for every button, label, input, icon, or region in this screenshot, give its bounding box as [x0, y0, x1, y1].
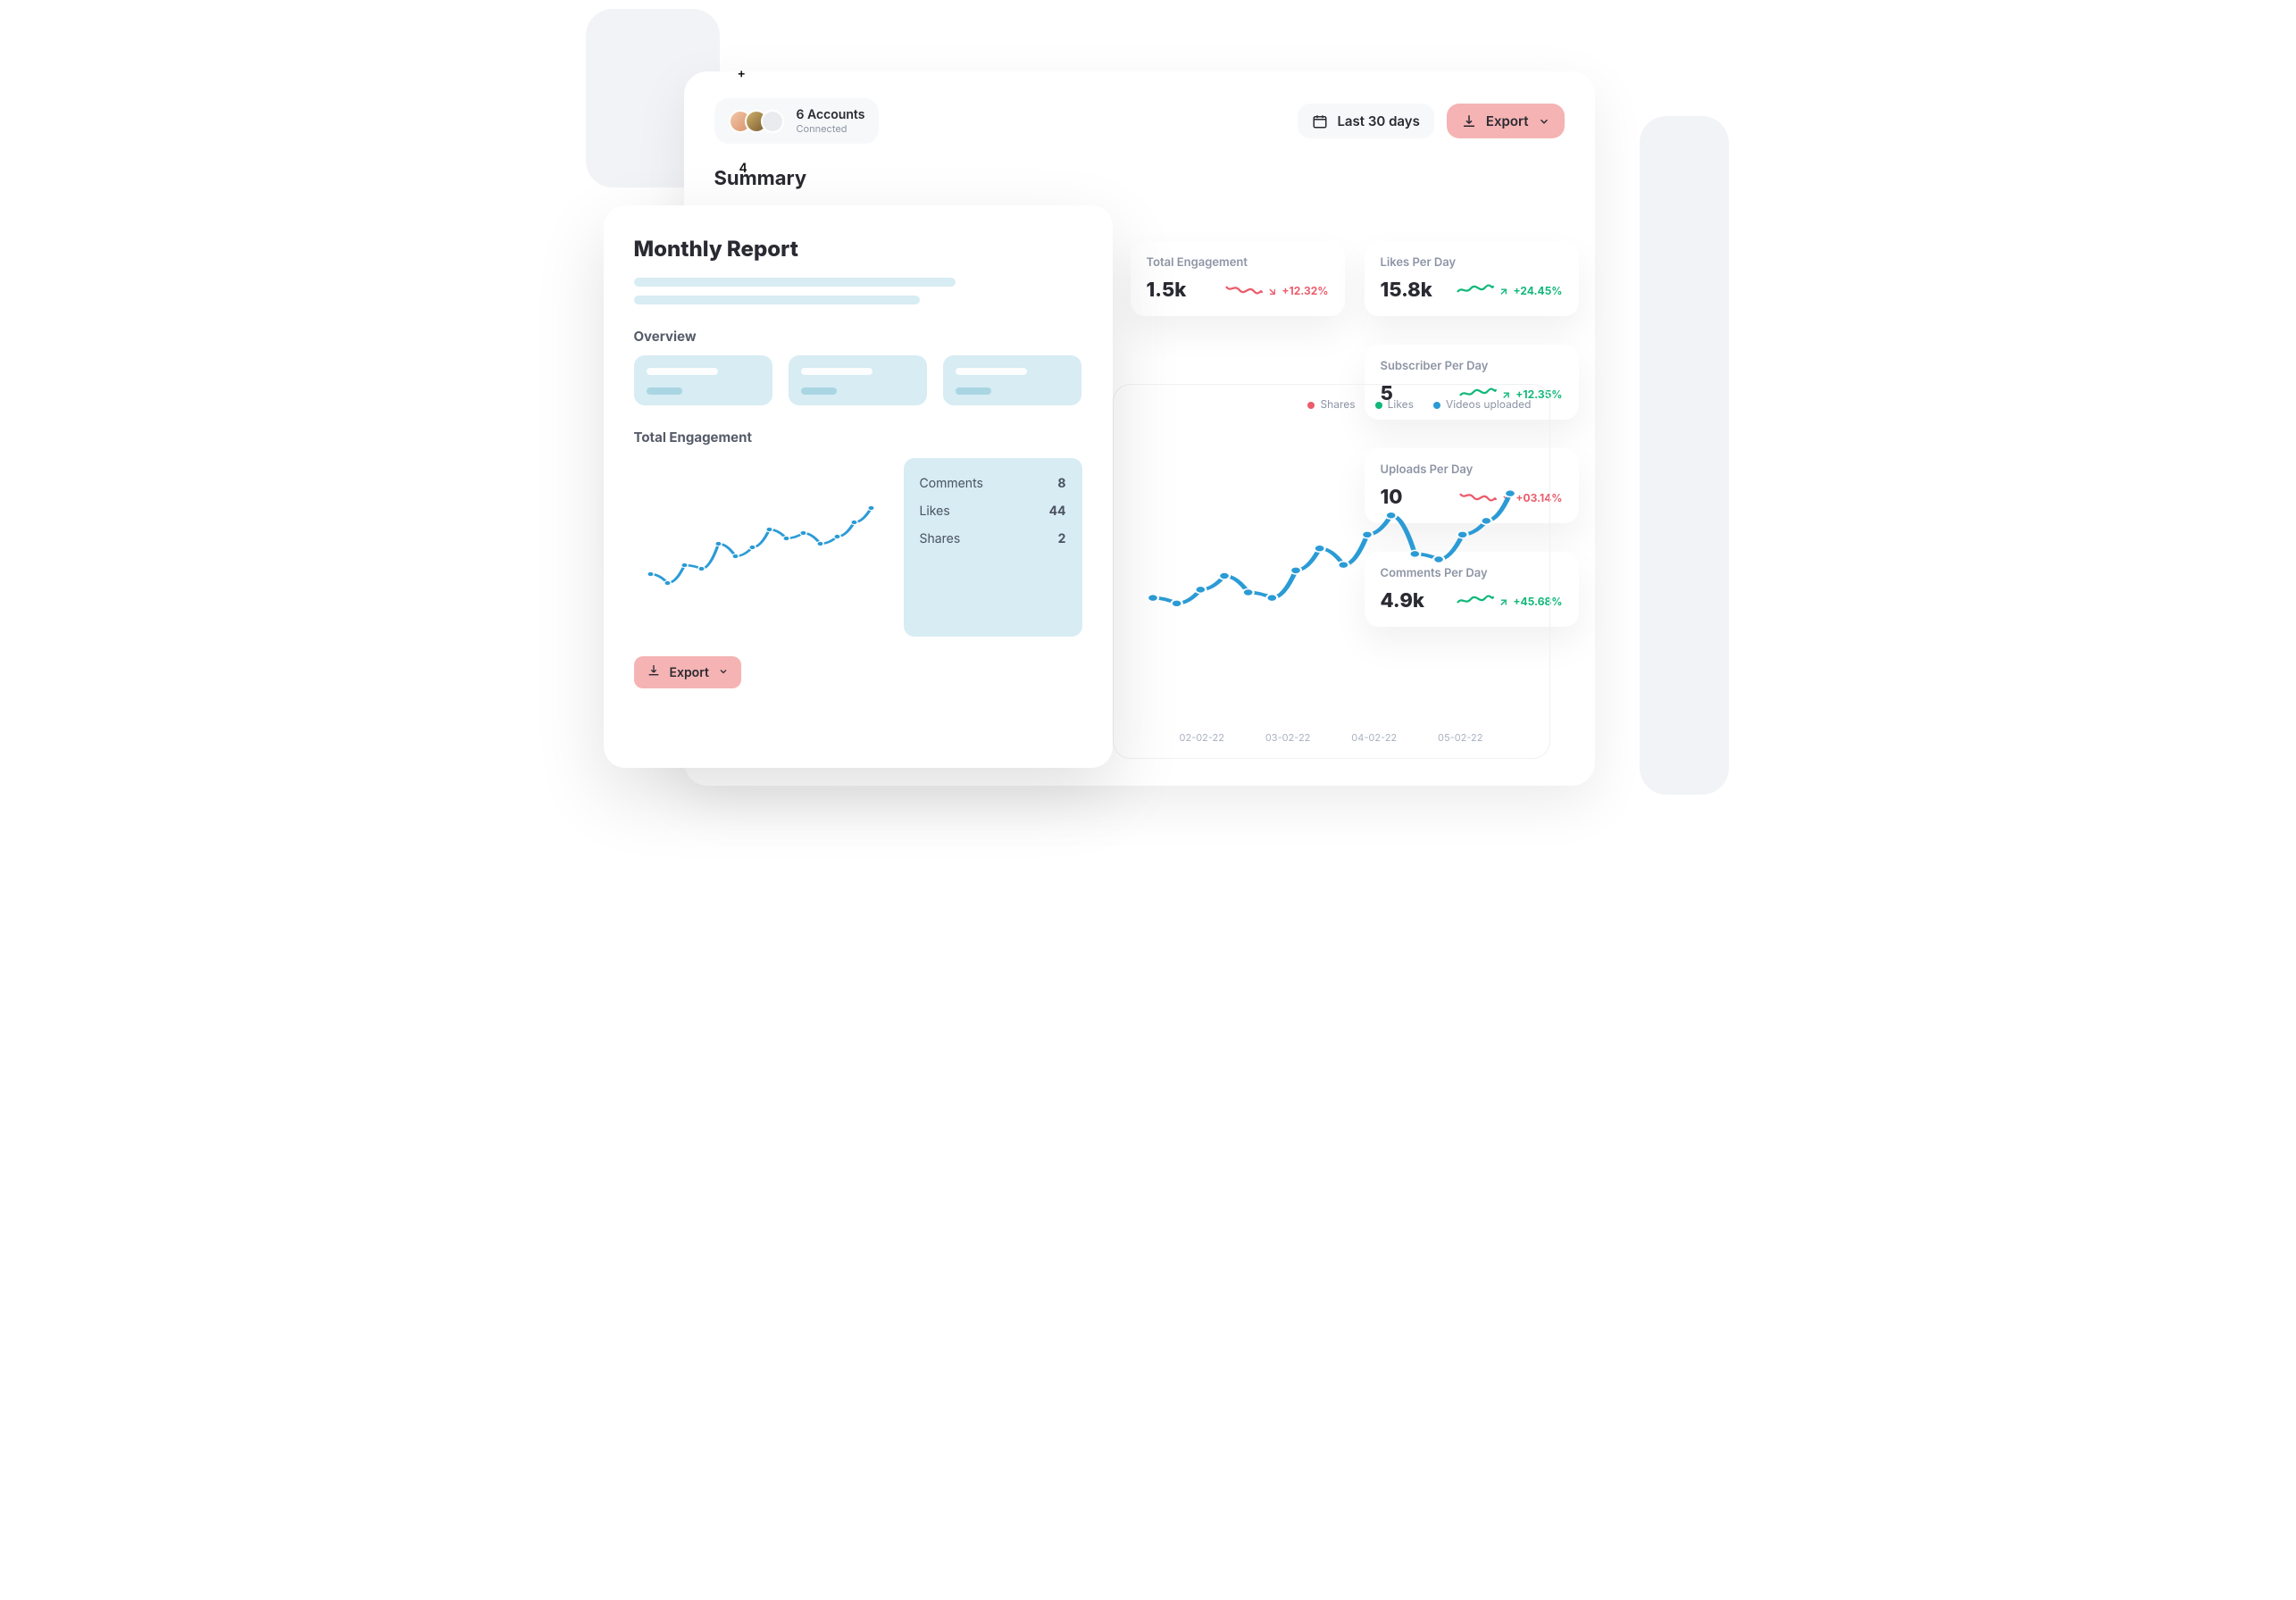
- legend-item-likes: Likes 44: [920, 504, 1066, 519]
- accounts-chip[interactable]: 6 Accounts Connected: [714, 98, 880, 144]
- decorative-marker: +: [738, 66, 746, 81]
- overview-heading: Overview: [634, 328, 1082, 345]
- stat-value: 15.8k: [1381, 279, 1432, 302]
- chart-legend: Shares Likes Videos uploaded: [1307, 397, 1531, 411]
- back-tile: [1640, 116, 1729, 795]
- report-export-button[interactable]: Export: [634, 656, 741, 688]
- stat-value: 1.5k: [1147, 279, 1187, 302]
- calendar-icon: [1312, 113, 1328, 129]
- overview-card: [789, 355, 927, 405]
- overview-cards: [634, 355, 1082, 405]
- accounts-sub: Connected: [797, 122, 865, 135]
- skeleton-line: [634, 296, 920, 304]
- export-label: Export: [1486, 112, 1529, 129]
- avatar: [761, 110, 784, 133]
- daterange-label: Last 30 days: [1337, 112, 1419, 129]
- chevron-down-icon: [718, 665, 729, 680]
- dashboard-header: 6 Accounts Connected Last 30 days Export: [714, 98, 1565, 144]
- overview-card: [943, 355, 1081, 405]
- stat-total-engagement: Total Engagement 1.5k ↘ +12.32%: [1131, 241, 1345, 316]
- sparkline-icon: [1225, 282, 1263, 299]
- total-engagement-heading: Total Engagement: [634, 429, 1082, 446]
- daterange-button[interactable]: Last 30 days: [1298, 104, 1433, 138]
- download-icon: [1461, 113, 1477, 129]
- stat-label: Likes Per Day: [1381, 255, 1563, 270]
- summary-heading: Summary: [714, 167, 1565, 190]
- legend-item-comments: Comments 8: [920, 476, 1066, 491]
- download-icon: [647, 663, 661, 681]
- report-title: Monthly Report: [634, 236, 1082, 262]
- monthly-report-card: Monthly Report Overview Total Engagement…: [604, 205, 1113, 768]
- engagement-chart: Shares Likes Videos uploaded 02-02-22 03…: [1113, 384, 1550, 759]
- report-legend-panel: Comments 8 Likes 44 Shares 2: [904, 458, 1082, 637]
- stat-label: Total Engagement: [1147, 255, 1329, 270]
- overview-card: [634, 355, 772, 405]
- sparkline-icon: [1457, 282, 1494, 299]
- stat-delta: ↘ +12.32%: [1225, 282, 1329, 299]
- avatar-stack: [729, 110, 784, 133]
- arrow-up-right-icon: ↗: [1499, 284, 1507, 297]
- accounts-count: 6 Accounts: [797, 107, 865, 122]
- report-chart: [634, 458, 888, 637]
- arrow-down-right-icon: ↘: [1268, 284, 1276, 297]
- legend-item-shares: Shares 2: [920, 531, 1066, 546]
- decorative-marker: 4: [739, 161, 747, 176]
- chevron-down-icon: [1538, 115, 1550, 128]
- stat-label: Subscriber Per Day: [1381, 359, 1563, 373]
- stat-delta: ↗ +24.45%: [1457, 282, 1562, 299]
- chart-plot: [1126, 438, 1537, 713]
- export-button[interactable]: Export: [1447, 104, 1565, 138]
- skeleton-line: [634, 278, 956, 287]
- chart-x-axis: 02-02-22 03-02-22 04-02-22 05-02-22: [1126, 731, 1537, 744]
- export-label: Export: [670, 665, 709, 680]
- stat-likes: Likes Per Day 15.8k ↗ +24.45%: [1365, 241, 1579, 316]
